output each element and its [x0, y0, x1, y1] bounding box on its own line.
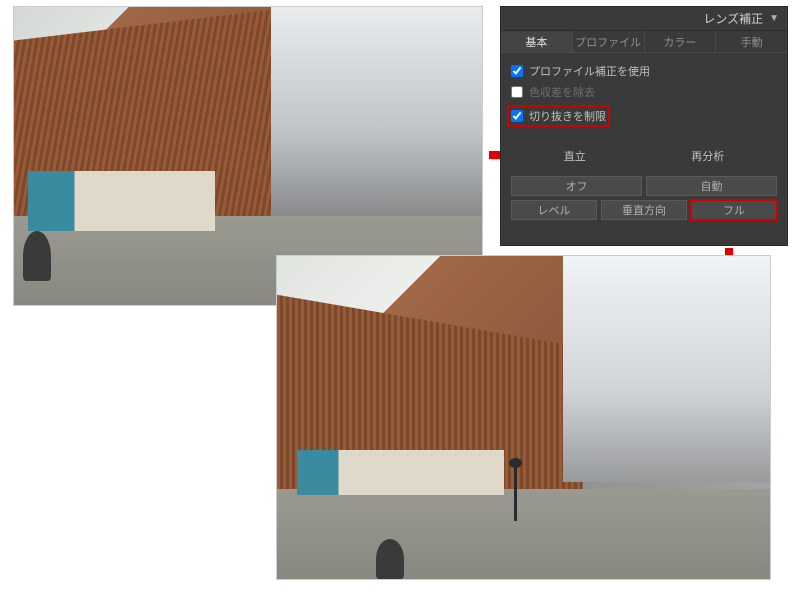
building-illustration — [326, 19, 400, 203]
checkbox-remove-chromatic-row: 色収差を除去 — [511, 84, 777, 100]
panel-title: レンズ補正 — [703, 10, 763, 27]
button-full[interactable]: フル — [691, 200, 777, 220]
tab-profile[interactable]: プロファイル — [573, 31, 645, 52]
lens-correction-panel: レンズ補正 ▼ 基本 プロファイル カラー 手動 プロファイル補正を使用 色収差… — [500, 6, 788, 246]
ground-illustration — [277, 489, 770, 579]
checkbox-profile-correction-label: プロファイル補正を使用 — [529, 63, 650, 79]
checkbox-constrain-crop[interactable] — [511, 110, 523, 122]
checkbox-constrain-crop-label: 切り抜きを制限 — [529, 108, 606, 124]
tab-color[interactable]: カラー — [645, 31, 717, 52]
button-off[interactable]: オフ — [511, 176, 642, 196]
storefront-illustration — [28, 171, 215, 231]
reanalyze-label[interactable]: 再分析 — [691, 148, 724, 164]
person-illustration — [376, 539, 404, 579]
button-level[interactable]: レベル — [511, 200, 597, 220]
panel-header[interactable]: レンズ補正 ▼ — [501, 7, 787, 31]
button-auto[interactable]: 自動 — [646, 176, 777, 196]
building2-illustration — [696, 314, 731, 469]
photo-after — [276, 255, 771, 580]
upright-label: 直立 — [564, 148, 586, 164]
building-illustration — [614, 275, 662, 462]
tab-basic[interactable]: 基本 — [501, 31, 573, 52]
collapse-icon[interactable]: ▼ — [769, 13, 779, 24]
button-vertical[interactable]: 垂直方向 — [601, 200, 687, 220]
person-illustration — [23, 231, 51, 281]
upright-section: 直立 再分析 — [501, 136, 787, 172]
checkbox-profile-correction-row: プロファイル補正を使用 — [511, 63, 777, 79]
panel-tabs: 基本 プロファイル カラー 手動 — [501, 31, 787, 53]
checkbox-profile-correction[interactable] — [511, 65, 523, 77]
checkbox-remove-chromatic-label: 色収差を除去 — [529, 84, 595, 100]
lamp-illustration — [514, 466, 517, 521]
storefront-illustration — [297, 450, 504, 495]
tab-manual[interactable]: 手動 — [716, 31, 787, 52]
checkbox-constrain-crop-row: 切り抜きを制限 — [507, 105, 610, 127]
checkbox-remove-chromatic[interactable] — [511, 86, 523, 98]
